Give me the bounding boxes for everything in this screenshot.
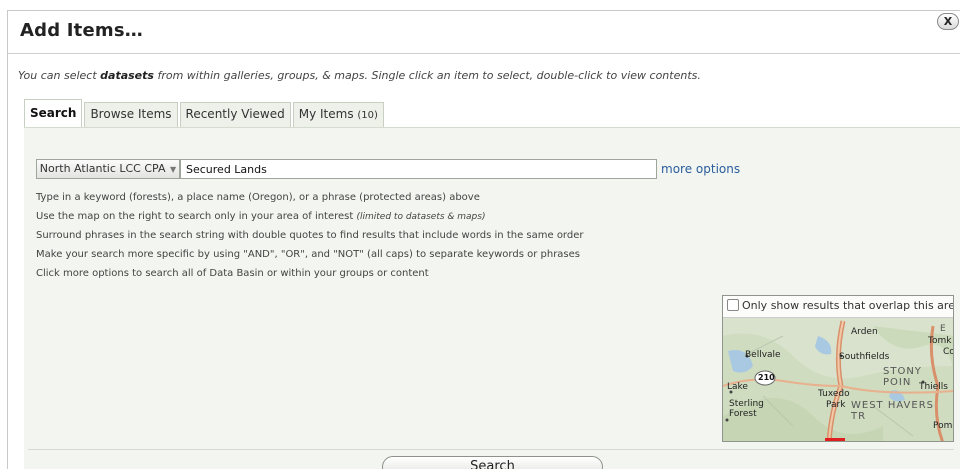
help-line: Type in a keyword (forests), a place nam… xyxy=(36,192,480,203)
search-button[interactable]: Search xyxy=(382,456,603,469)
intro-post: from within galleries, groups, & maps. S… xyxy=(153,69,701,82)
dialog-title: Add Items… xyxy=(20,20,143,41)
area-map[interactable]: Only show results that overlap this area… xyxy=(722,295,954,442)
map-label: Pomo xyxy=(933,421,953,431)
tab-label: My Items xyxy=(298,107,354,121)
map-label: Park xyxy=(826,400,846,410)
map-label: Arden xyxy=(851,327,878,337)
map-label: Southfields xyxy=(839,352,890,362)
tab-my-items[interactable]: My Items (10) xyxy=(292,102,384,127)
map-label: E xyxy=(940,324,946,334)
map-label: Co xyxy=(943,347,954,357)
scope-dropdown[interactable]: North Atlantic LCC CPA ▼ xyxy=(36,159,180,179)
map-label: Tomk xyxy=(928,336,952,346)
tab-label: Browse Items xyxy=(90,107,172,121)
more-options-link[interactable]: more options xyxy=(661,162,740,176)
help-line-note: (limited to datasets & maps) xyxy=(356,212,486,222)
search-panel: North Atlantic LCC CPA ▼ more options Ty… xyxy=(24,127,960,469)
tab-recently-viewed[interactable]: Recently Viewed xyxy=(179,102,291,127)
search-help: Type in a keyword (forests), a place nam… xyxy=(36,192,583,287)
map-label: Thiells xyxy=(919,382,948,392)
help-line: Use the map on the right to search only … xyxy=(36,211,583,230)
tab-browse-items[interactable]: Browse Items xyxy=(84,102,178,127)
tab-bar: Search Browse Items Recently Viewed My I… xyxy=(24,99,386,127)
title-divider xyxy=(8,53,960,54)
help-line: Make your search more specific by using … xyxy=(36,249,580,260)
overlap-label: Only show results that overlap this area xyxy=(742,299,954,312)
divider xyxy=(28,449,954,450)
map-label: Bellvale xyxy=(745,350,781,360)
map-label: Sterling xyxy=(729,399,764,409)
help-line-text: Use the map on the right to search only … xyxy=(36,211,354,222)
add-items-dialog: Add Items… X You can select datasets fro… xyxy=(7,10,960,469)
scope-label: North Atlantic LCC CPA xyxy=(39,162,166,175)
intro-pre: You can select xyxy=(18,69,101,82)
tab-label: Search xyxy=(30,106,77,120)
intro-bold: datasets xyxy=(100,69,154,82)
close-button[interactable]: X xyxy=(937,13,959,30)
help-line: Click more options to search all of Data… xyxy=(36,268,429,279)
tab-search[interactable]: Search xyxy=(24,99,83,127)
overlap-checkbox[interactable]: Only show results that overlap this area xyxy=(723,296,954,318)
search-input[interactable] xyxy=(180,159,657,179)
intro-text: You can select datasets from within gall… xyxy=(18,69,701,82)
caret-down-icon: ▼ xyxy=(167,165,177,174)
checkbox-icon[interactable] xyxy=(727,299,739,311)
map-label: Lake xyxy=(727,382,748,392)
map-label: Forest xyxy=(729,409,757,419)
route-shield-label: 210 xyxy=(758,373,775,382)
help-line: Surround phrases in the search string wi… xyxy=(36,230,584,241)
map-label: Tuxedo xyxy=(818,389,850,399)
tab-label: Recently Viewed xyxy=(185,107,285,121)
tab-count: (10) xyxy=(357,110,378,121)
map-label: WEST HAVERS TR xyxy=(851,400,935,422)
